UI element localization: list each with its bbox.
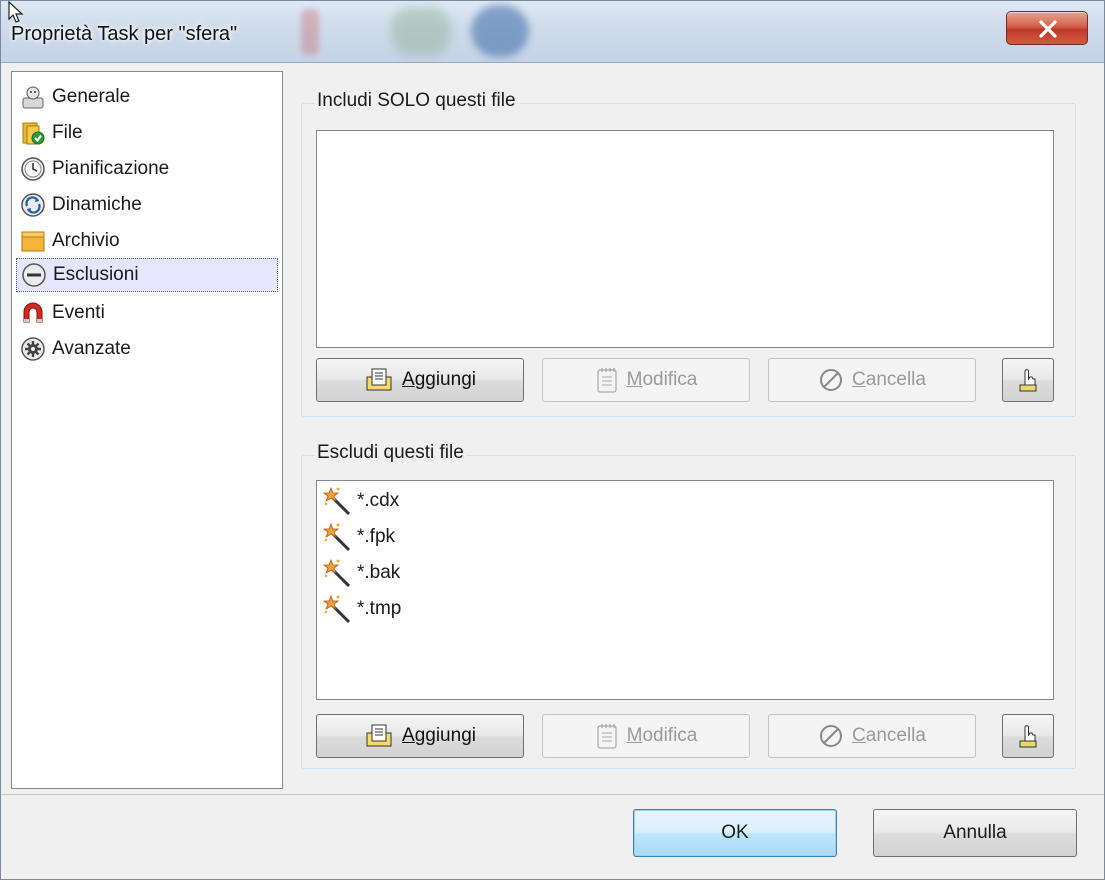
exclude-pattern: *.cdx xyxy=(357,490,400,511)
window-title: Proprietà Task per "sfera" xyxy=(11,23,238,45)
gear-icon xyxy=(21,337,45,361)
exclude-edit-button[interactable]: Modifica xyxy=(542,714,750,758)
sidebar-item-label: Generale xyxy=(52,86,131,107)
sidebar-item-label: Avanzate xyxy=(52,338,131,359)
file-check-icon xyxy=(22,122,45,145)
sidebar-item-label: File xyxy=(52,122,83,143)
hand-pointer-icon xyxy=(1019,369,1037,392)
list-item[interactable]: *.cdx xyxy=(323,485,399,517)
title-bar[interactable]: Proprietà Task per "sfera" xyxy=(1,1,1104,63)
exclude-group-title: Escludi questi file xyxy=(314,442,467,464)
exclude-add-button[interactable]: Aggiungi xyxy=(316,714,524,758)
sidebar-item-esclusioni[interactable]: Esclusioni xyxy=(16,258,278,292)
clock-icon xyxy=(21,157,45,181)
list-item[interactable]: *.bak xyxy=(323,557,400,589)
include-pick-button[interactable] xyxy=(1002,358,1054,402)
list-item[interactable]: *.tmp xyxy=(323,593,401,625)
wand-icon xyxy=(323,486,351,516)
sidebar-item-label: Dinamiche xyxy=(52,194,142,215)
exclude-pick-button[interactable] xyxy=(1002,714,1054,758)
background-blur xyxy=(471,5,529,57)
sidebar-item-archivio[interactable]: Archivio xyxy=(16,224,278,258)
sidebar-nav: Generale File Pianificazione Dinamiche A… xyxy=(11,71,283,789)
add-document-icon xyxy=(366,368,392,391)
close-icon xyxy=(1039,20,1057,38)
sidebar-item-eventi[interactable]: Eventi xyxy=(16,296,278,330)
minus-circle-icon xyxy=(22,263,46,287)
add-document-icon xyxy=(366,724,392,747)
cancel-button[interactable]: Annulla xyxy=(873,809,1077,857)
refresh-icon xyxy=(21,193,45,217)
include-add-button[interactable]: Aggiungi xyxy=(316,358,524,402)
folder-icon xyxy=(21,231,45,252)
exclude-delete-button[interactable]: Cancella xyxy=(768,714,976,758)
exclude-pattern: *.tmp xyxy=(357,598,402,619)
include-group-title: Includi SOLO questi file xyxy=(314,90,519,112)
list-item[interactable]: *.fpk xyxy=(323,521,395,553)
background-blur xyxy=(391,7,451,55)
close-button[interactable] xyxy=(1006,11,1088,45)
include-delete-button[interactable]: Cancella xyxy=(768,358,976,402)
include-files-group: Includi SOLO questi file Aggiungi Modifi… xyxy=(301,90,1076,417)
sidebar-item-dinamiche[interactable]: Dinamiche xyxy=(16,188,278,222)
sidebar-item-label: Pianificazione xyxy=(52,158,170,179)
wand-icon xyxy=(323,594,351,624)
user-card-icon xyxy=(22,86,44,109)
sidebar-item-avanzate[interactable]: Avanzate xyxy=(16,332,278,366)
mouse-cursor-icon xyxy=(8,1,24,23)
sidebar-item-label: Eventi xyxy=(52,302,105,323)
hand-pointer-icon xyxy=(1019,725,1037,748)
sidebar-item-label: Esclusioni xyxy=(53,264,139,285)
wand-icon xyxy=(323,522,351,552)
exclude-pattern: *.fpk xyxy=(357,526,396,547)
wand-icon xyxy=(323,558,351,588)
sidebar-item-pianificazione[interactable]: Pianificazione xyxy=(16,152,278,186)
sidebar-item-file[interactable]: File xyxy=(16,116,278,150)
ok-button[interactable]: OK xyxy=(633,809,837,857)
sidebar-item-generale[interactable]: Generale xyxy=(16,80,278,114)
no-entry-icon xyxy=(820,369,843,391)
exclude-pattern: *.bak xyxy=(357,562,401,583)
exclude-files-group: Escludi questi file *.cdx *.fpk *.bak *.… xyxy=(301,442,1076,769)
include-edit-button[interactable]: Modifica xyxy=(542,358,750,402)
exclude-files-list[interactable]: *.cdx *.fpk *.bak *.tmp xyxy=(316,480,1054,700)
notepad-icon xyxy=(597,368,617,393)
notepad-icon xyxy=(597,724,617,749)
include-files-list[interactable] xyxy=(316,130,1054,348)
magnet-icon xyxy=(23,302,43,323)
sidebar-item-label: Archivio xyxy=(52,230,120,251)
task-properties-dialog: Proprietà Task per "sfera" Generale File… xyxy=(0,0,1105,880)
no-entry-icon xyxy=(820,725,843,747)
background-blur xyxy=(301,9,319,55)
